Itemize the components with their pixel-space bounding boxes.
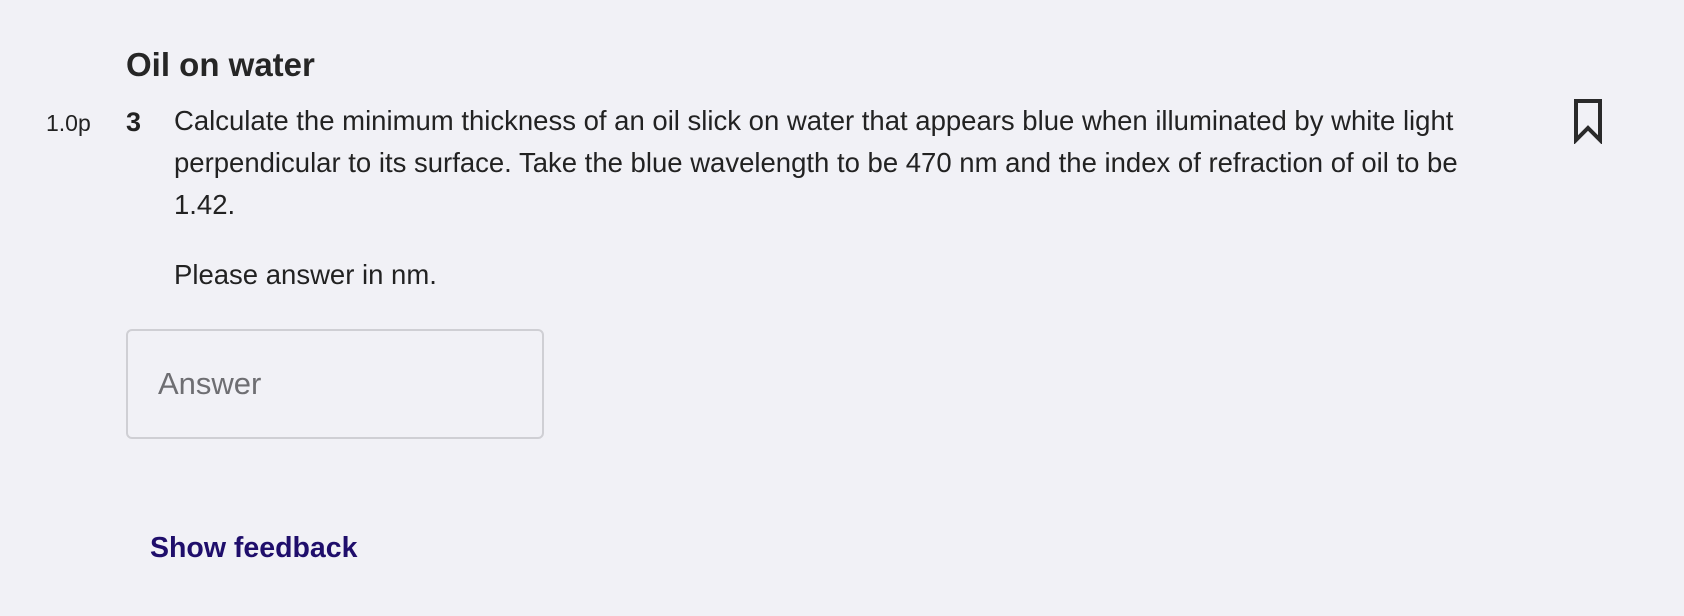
- question-text: Calculate the minimum thickness of an oi…: [174, 105, 1458, 220]
- question-points: 1.0p: [46, 110, 91, 136]
- bookmark-icon: [1574, 99, 1602, 144]
- question-number: 3: [126, 107, 142, 137]
- bookmark-button[interactable]: [1568, 98, 1608, 144]
- question-title: Oil on water: [126, 46, 315, 83]
- show-feedback-link[interactable]: Show feedback: [150, 528, 357, 568]
- answer-input[interactable]: [126, 329, 544, 439]
- answer-unit-instruction: Please answer in nm.: [174, 259, 437, 290]
